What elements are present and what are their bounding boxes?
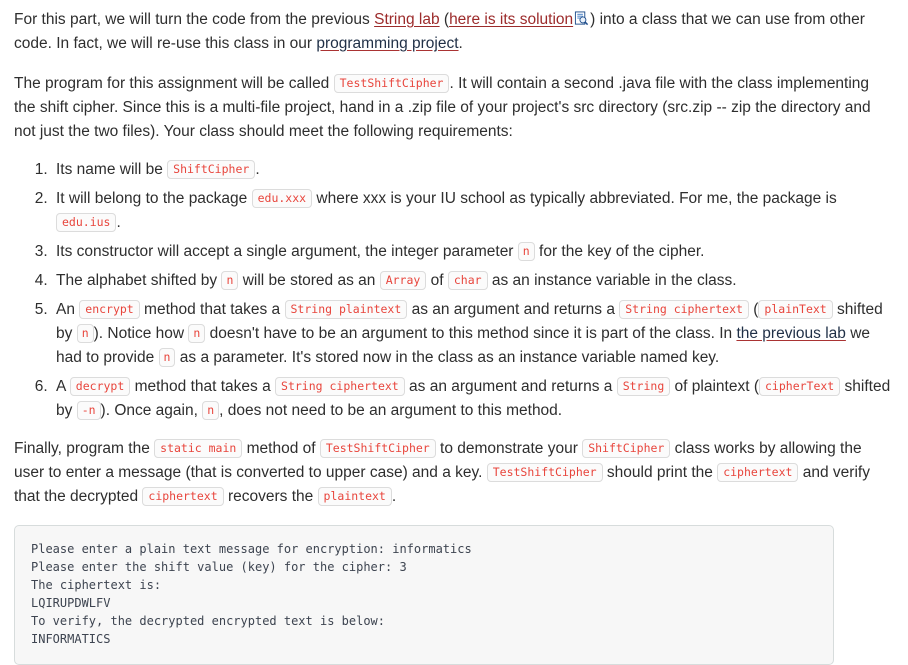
code-plaintext: plaintext	[317, 487, 392, 507]
finally-text-c: to demonstrate your	[435, 440, 583, 458]
req6-text-c: as an argument and returns a	[404, 378, 617, 396]
req4-text-c: of	[426, 272, 448, 290]
code-shiftcipher: ShiftCipher	[167, 160, 256, 180]
req4-text-b: will be stored as an	[238, 272, 380, 290]
requirement-item-1: Its name will be ShiftCipher.	[52, 158, 892, 182]
req6-text-d: of plaintext (	[670, 378, 759, 396]
intro-paragraph: For this part, we will turn the code fro…	[14, 8, 892, 56]
code-n-5: n	[158, 348, 176, 368]
document-preview-icon	[574, 10, 589, 26]
code-testshiftcipher-2: TestShiftCipher	[319, 439, 436, 459]
code-string: String	[616, 377, 671, 397]
finally-text-a: Finally, program the	[14, 440, 155, 458]
req3-text-b: for the key of the cipher.	[534, 243, 705, 261]
code-shiftcipher-2: ShiftCipher	[582, 439, 671, 459]
req5-text-b: method that takes a	[139, 301, 285, 319]
req5-text-i: as a parameter. It's stored now in the c…	[175, 349, 720, 367]
req5-text-f: ). Notice how	[93, 325, 189, 343]
req1-text-b: .	[255, 161, 260, 179]
req6-text-a: A	[56, 378, 70, 396]
req5-text-d: (	[748, 301, 759, 319]
code-n-4: n	[188, 324, 206, 344]
requirement-item-4: The alphabet shifted by n will be stored…	[52, 269, 892, 293]
requirement-item-3: Its constructor will accept a single arg…	[52, 240, 892, 264]
req6-text-b: method that takes a	[130, 378, 276, 396]
req6-text-f: ). Once again,	[100, 402, 203, 420]
finally-paragraph: Finally, program the static main method …	[14, 437, 892, 509]
code-testshiftcipher-3: TestShiftCipher	[486, 463, 603, 483]
finally-text-b: method of	[242, 440, 320, 458]
assignment-content: For this part, we will turn the code fro…	[0, 0, 908, 665]
code-string-ciphertext: String ciphertext	[619, 300, 749, 320]
intro-text-b: (	[439, 11, 450, 28]
requirement-item-6: A decrypt method that takes a String cip…	[52, 375, 892, 423]
req6-text-g: , does not need to be an argument to thi…	[219, 402, 563, 420]
program-description-paragraph: The program for this assignment will be …	[14, 72, 892, 144]
previous-lab-link[interactable]: the previous lab	[736, 325, 845, 342]
code-negative-n: -n	[76, 401, 101, 421]
code-n-1: n	[517, 242, 535, 262]
req5-text-c: as an argument and returns a	[407, 301, 620, 319]
requirement-item-2: It will belong to the package edu.xxx wh…	[52, 187, 892, 235]
code-ciphertext-var: cipherText	[759, 377, 841, 397]
finally-text-g: recovers the	[223, 488, 318, 506]
console-output-block: Please enter a plain text message for en…	[14, 525, 834, 665]
solution-link[interactable]: here is its solution	[449, 11, 573, 28]
requirements-list: Its name will be ShiftCipher. It will be…	[14, 158, 892, 423]
code-static-main: static main	[154, 439, 243, 459]
req4-text-a: The alphabet shifted by	[56, 272, 222, 290]
code-n-2: n	[221, 271, 239, 291]
code-char: char	[447, 271, 488, 291]
requirement-item-5: An encrypt method that takes a String pl…	[52, 298, 892, 370]
req2-text-c: .	[116, 214, 121, 232]
code-n-3: n	[76, 324, 94, 344]
finally-text-h: .	[391, 488, 397, 506]
finally-text-e: should print the	[602, 464, 718, 482]
req3-text-a: Its constructor will accept a single arg…	[56, 243, 518, 261]
code-n-6: n	[202, 401, 220, 421]
code-ciphertext-1: ciphertext	[717, 463, 799, 483]
req5-text-a: An	[56, 301, 80, 319]
code-plaintext-var: plainText	[758, 300, 833, 320]
code-edu-ius: edu.ius	[56, 213, 117, 233]
req2-text-a: It will belong to the package	[56, 190, 252, 208]
programming-project-link[interactable]: programming project	[316, 35, 458, 52]
code-encrypt: encrypt	[79, 300, 140, 320]
code-string-plaintext: String plaintext	[284, 300, 408, 320]
code-decrypt: decrypt	[69, 377, 131, 397]
code-string-ciphertext-2: String ciphertext	[275, 377, 405, 397]
code-array: Array	[379, 271, 427, 291]
string-lab-link[interactable]: String lab	[374, 11, 439, 28]
code-testshiftcipher: TestShiftCipher	[333, 74, 450, 94]
code-ciphertext-2: ciphertext	[142, 487, 224, 507]
intro-text-a: For this part, we will turn the code fro…	[14, 11, 375, 28]
req4-text-d: as an instance variable in the class.	[487, 272, 737, 290]
req5-text-g: doesn't have to be an argument to this m…	[205, 325, 737, 343]
program-text-a: The program for this assignment will be …	[14, 75, 334, 93]
req1-text-a: Its name will be	[56, 161, 168, 179]
code-edu-xxx: edu.xxx	[251, 189, 313, 209]
intro-text-d: .	[458, 35, 463, 53]
req2-text-b: where xxx is your IU school as typically…	[312, 190, 837, 208]
